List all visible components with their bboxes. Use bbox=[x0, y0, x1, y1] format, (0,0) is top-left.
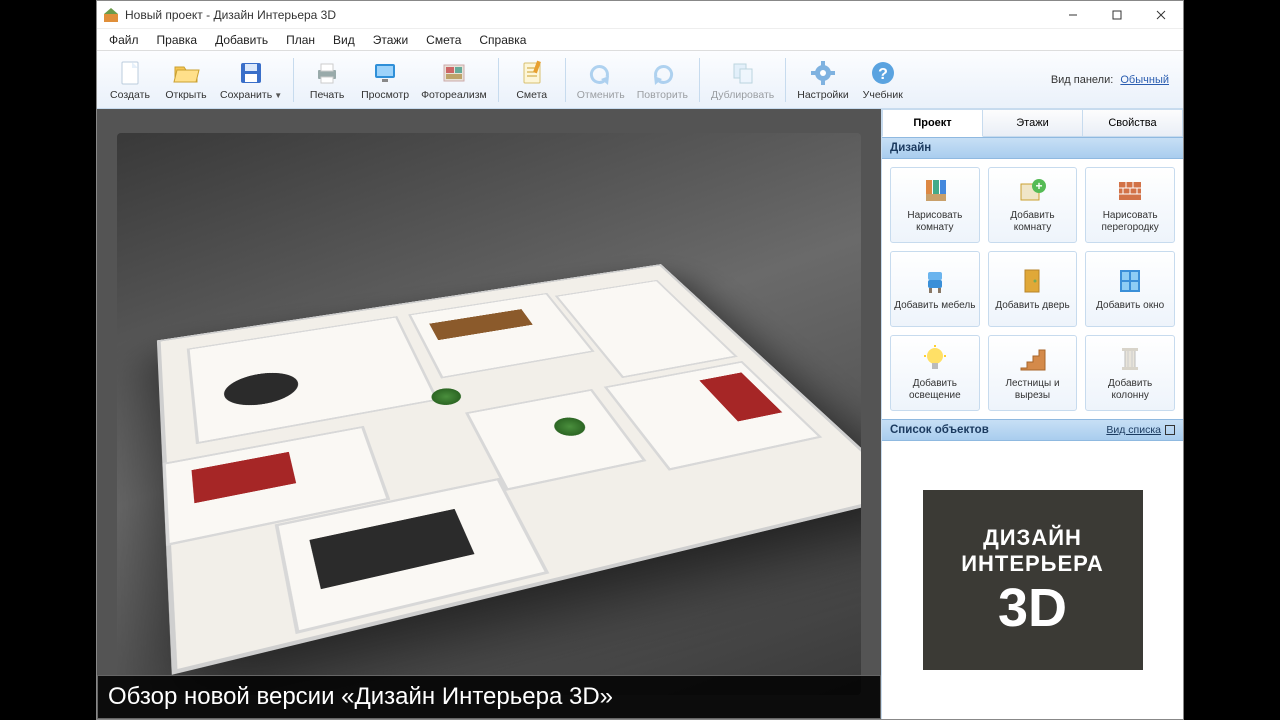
maximize-button[interactable] bbox=[1095, 1, 1139, 29]
add-column-button[interactable]: Добавить колонну bbox=[1085, 335, 1175, 411]
save-button[interactable]: Сохранить▼ bbox=[215, 54, 287, 106]
app-icon bbox=[103, 7, 119, 23]
viewport-canvas bbox=[117, 133, 862, 694]
panel-mode-link[interactable]: Обычный bbox=[1120, 74, 1169, 86]
separator bbox=[565, 58, 566, 102]
new-file-icon bbox=[116, 59, 144, 87]
menu-add[interactable]: Добавить bbox=[207, 30, 276, 50]
menu-floors[interactable]: Этажи bbox=[365, 30, 416, 50]
draw-wall-button[interactable]: Нарисовать перегородку bbox=[1085, 167, 1175, 243]
menu-edit[interactable]: Правка bbox=[149, 30, 206, 50]
toolbar: Создать Открыть Сохранить▼ Печать Просмо… bbox=[97, 51, 1183, 109]
undo-icon bbox=[587, 59, 615, 87]
door-icon bbox=[1017, 266, 1047, 296]
duplicate-icon bbox=[729, 59, 757, 87]
room-plus-icon: + bbox=[1017, 176, 1047, 206]
settings-button[interactable]: Настройки bbox=[792, 54, 854, 106]
tab-properties[interactable]: Свойства bbox=[1083, 109, 1183, 137]
add-light-button[interactable]: Добавить освещение bbox=[890, 335, 980, 411]
object-list: ДИЗАЙН ИНТЕРЬЕРА 3D bbox=[882, 441, 1183, 719]
separator bbox=[293, 58, 294, 102]
list-view-icon bbox=[1165, 425, 1175, 435]
undo-button[interactable]: Отменить bbox=[572, 54, 630, 106]
printer-icon bbox=[313, 59, 341, 87]
photoreal-icon bbox=[440, 59, 468, 87]
side-panel: Проект Этажи Свойства Дизайн Нарисовать … bbox=[881, 109, 1183, 719]
create-button[interactable]: Создать bbox=[103, 54, 157, 106]
panel-mode-switch: Вид панели: Обычный bbox=[1051, 74, 1177, 86]
objects-section-header: Список объектов Вид списка bbox=[882, 419, 1183, 441]
menu-file[interactable]: Файл bbox=[101, 30, 147, 50]
side-tabs: Проект Этажи Свойства bbox=[882, 109, 1183, 137]
add-window-button[interactable]: Добавить окно bbox=[1085, 251, 1175, 327]
svg-text:?: ? bbox=[878, 66, 888, 83]
print-button[interactable]: Печать bbox=[300, 54, 354, 106]
menubar: Файл Правка Добавить План Вид Этажи Смет… bbox=[97, 29, 1183, 51]
brush-icon bbox=[920, 176, 950, 206]
chevron-down-icon: ▼ bbox=[274, 91, 282, 100]
estimate-button[interactable]: Смета bbox=[505, 54, 559, 106]
duplicate-button[interactable]: Дублировать bbox=[706, 54, 779, 106]
redo-icon bbox=[648, 59, 676, 87]
content: Обзор новой версии «Дизайн Интерьера 3D»… bbox=[97, 109, 1183, 719]
add-door-button[interactable]: Добавить дверь bbox=[988, 251, 1078, 327]
stairs-icon bbox=[1017, 344, 1047, 374]
help-button[interactable]: ? Учебник bbox=[856, 54, 910, 106]
draw-room-button[interactable]: Нарисовать комнату bbox=[890, 167, 980, 243]
promo-badge: ДИЗАЙН ИНТЕРЬЕРА 3D bbox=[923, 490, 1143, 670]
redo-button[interactable]: Повторить bbox=[632, 54, 693, 106]
app-window: Новый проект - Дизайн Интерьера 3D Файл … bbox=[96, 0, 1184, 720]
menu-plan[interactable]: План bbox=[278, 30, 323, 50]
menu-help[interactable]: Справка bbox=[471, 30, 534, 50]
list-view-link[interactable]: Вид списка bbox=[1106, 424, 1175, 436]
chair-icon bbox=[920, 266, 950, 296]
menu-estimate[interactable]: Смета bbox=[418, 30, 469, 50]
open-button[interactable]: Открыть bbox=[159, 54, 213, 106]
add-furniture-button[interactable]: Добавить мебель bbox=[890, 251, 980, 327]
column-icon bbox=[1115, 344, 1145, 374]
minimize-button[interactable] bbox=[1051, 1, 1095, 29]
floppy-icon bbox=[237, 59, 265, 87]
notepad-icon bbox=[518, 59, 546, 87]
menu-view[interactable]: Вид bbox=[325, 30, 363, 50]
stairs-button[interactable]: Лестницы и вырезы bbox=[988, 335, 1078, 411]
gear-icon bbox=[809, 59, 837, 87]
svg-text:+: + bbox=[1036, 179, 1043, 193]
monitor-icon bbox=[371, 59, 399, 87]
separator bbox=[498, 58, 499, 102]
close-button[interactable] bbox=[1139, 1, 1183, 29]
window-title: Новый проект - Дизайн Интерьера 3D bbox=[125, 8, 1051, 22]
video-caption: Обзор новой версии «Дизайн Интерьера 3D» bbox=[97, 675, 881, 719]
floorplan-render bbox=[157, 264, 861, 674]
titlebar: Новый проект - Дизайн Интерьера 3D bbox=[97, 1, 1183, 29]
tab-floors[interactable]: Этажи bbox=[983, 109, 1083, 137]
window-icon bbox=[1115, 266, 1145, 296]
design-grid: Нарисовать комнату + Добавить комнату На… bbox=[882, 159, 1183, 419]
brick-wall-icon bbox=[1115, 176, 1145, 206]
preview-button[interactable]: Просмотр bbox=[356, 54, 414, 106]
separator bbox=[785, 58, 786, 102]
viewport-3d[interactable]: Обзор новой версии «Дизайн Интерьера 3D» bbox=[97, 109, 881, 719]
help-icon: ? bbox=[869, 59, 897, 87]
design-section-header: Дизайн bbox=[882, 137, 1183, 159]
tab-project[interactable]: Проект bbox=[882, 109, 983, 137]
bulb-icon bbox=[920, 344, 950, 374]
photoreal-button[interactable]: Фотореализм bbox=[416, 54, 492, 106]
window-controls bbox=[1051, 1, 1183, 29]
folder-open-icon bbox=[172, 59, 200, 87]
add-room-button[interactable]: + Добавить комнату bbox=[988, 167, 1078, 243]
separator bbox=[699, 58, 700, 102]
